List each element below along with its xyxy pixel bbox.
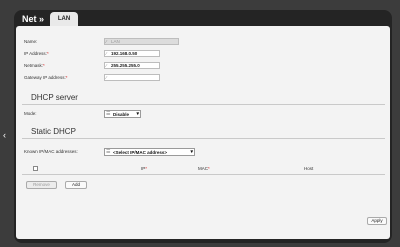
known-addresses-select[interactable]: ☰ <Select IP/MAC address> ▾	[104, 148, 195, 156]
column-header-host: Host	[304, 166, 314, 171]
pencil-icon: ⁄	[106, 39, 107, 44]
chevron-down-icon: ▾	[136, 111, 139, 117]
name-value: LAN	[111, 39, 120, 44]
dhcp-server-title: DHCP server	[31, 93, 78, 102]
divider	[22, 174, 385, 175]
ip-address-value: 192.168.0.50	[111, 51, 138, 56]
gateway-field[interactable]: ⁄	[104, 74, 160, 81]
apply-button[interactable]: Apply	[367, 217, 387, 225]
chevron-down-icon: ▾	[190, 149, 193, 155]
known-addresses-label: Known IP/MAC addresses:	[24, 149, 78, 154]
mode-select[interactable]: ☰ Disable ▾	[104, 110, 141, 118]
pencil-icon: ⁄	[106, 51, 107, 56]
select-all-checkbox[interactable]	[33, 166, 38, 171]
pencil-icon: ⁄	[106, 63, 107, 68]
divider	[22, 104, 385, 105]
mode-value: Disable	[113, 112, 130, 117]
content-panel: Name: ⁄ LAN IP Address:* ⁄ 192.168.0.50 …	[16, 26, 390, 239]
divider	[22, 138, 385, 139]
name-label: Name:	[24, 39, 38, 44]
static-dhcp-title: Static DHCP	[31, 127, 76, 136]
ip-address-field[interactable]: ⁄ 192.168.0.50	[104, 50, 160, 57]
pencil-icon: ⁄	[106, 75, 107, 80]
mode-label: Mode:	[24, 111, 37, 116]
column-header-ip: IP*	[141, 166, 148, 171]
chevron-left-icon[interactable]: ‹	[3, 130, 6, 140]
tab-lan[interactable]: LAN	[50, 12, 78, 26]
netmask-field[interactable]: ⁄ 255.255.255.0	[104, 62, 160, 69]
gateway-label: Gateway IP address:*	[24, 75, 68, 80]
list-icon: ☰	[106, 149, 111, 155]
add-button[interactable]: Add	[65, 181, 87, 189]
ip-address-label: IP Address:*	[24, 51, 49, 56]
name-field: ⁄ LAN	[104, 38, 179, 45]
list-icon: ☰	[106, 111, 111, 117]
column-header-mac: MAC*	[198, 166, 210, 171]
known-addresses-value: <Select IP/MAC address>	[113, 150, 168, 155]
remove-button[interactable]: Remove	[26, 181, 57, 189]
breadcrumb[interactable]: Net »	[22, 14, 44, 24]
netmask-value: 255.255.255.0	[111, 63, 140, 68]
netmask-label: Netmask:*	[24, 63, 45, 68]
